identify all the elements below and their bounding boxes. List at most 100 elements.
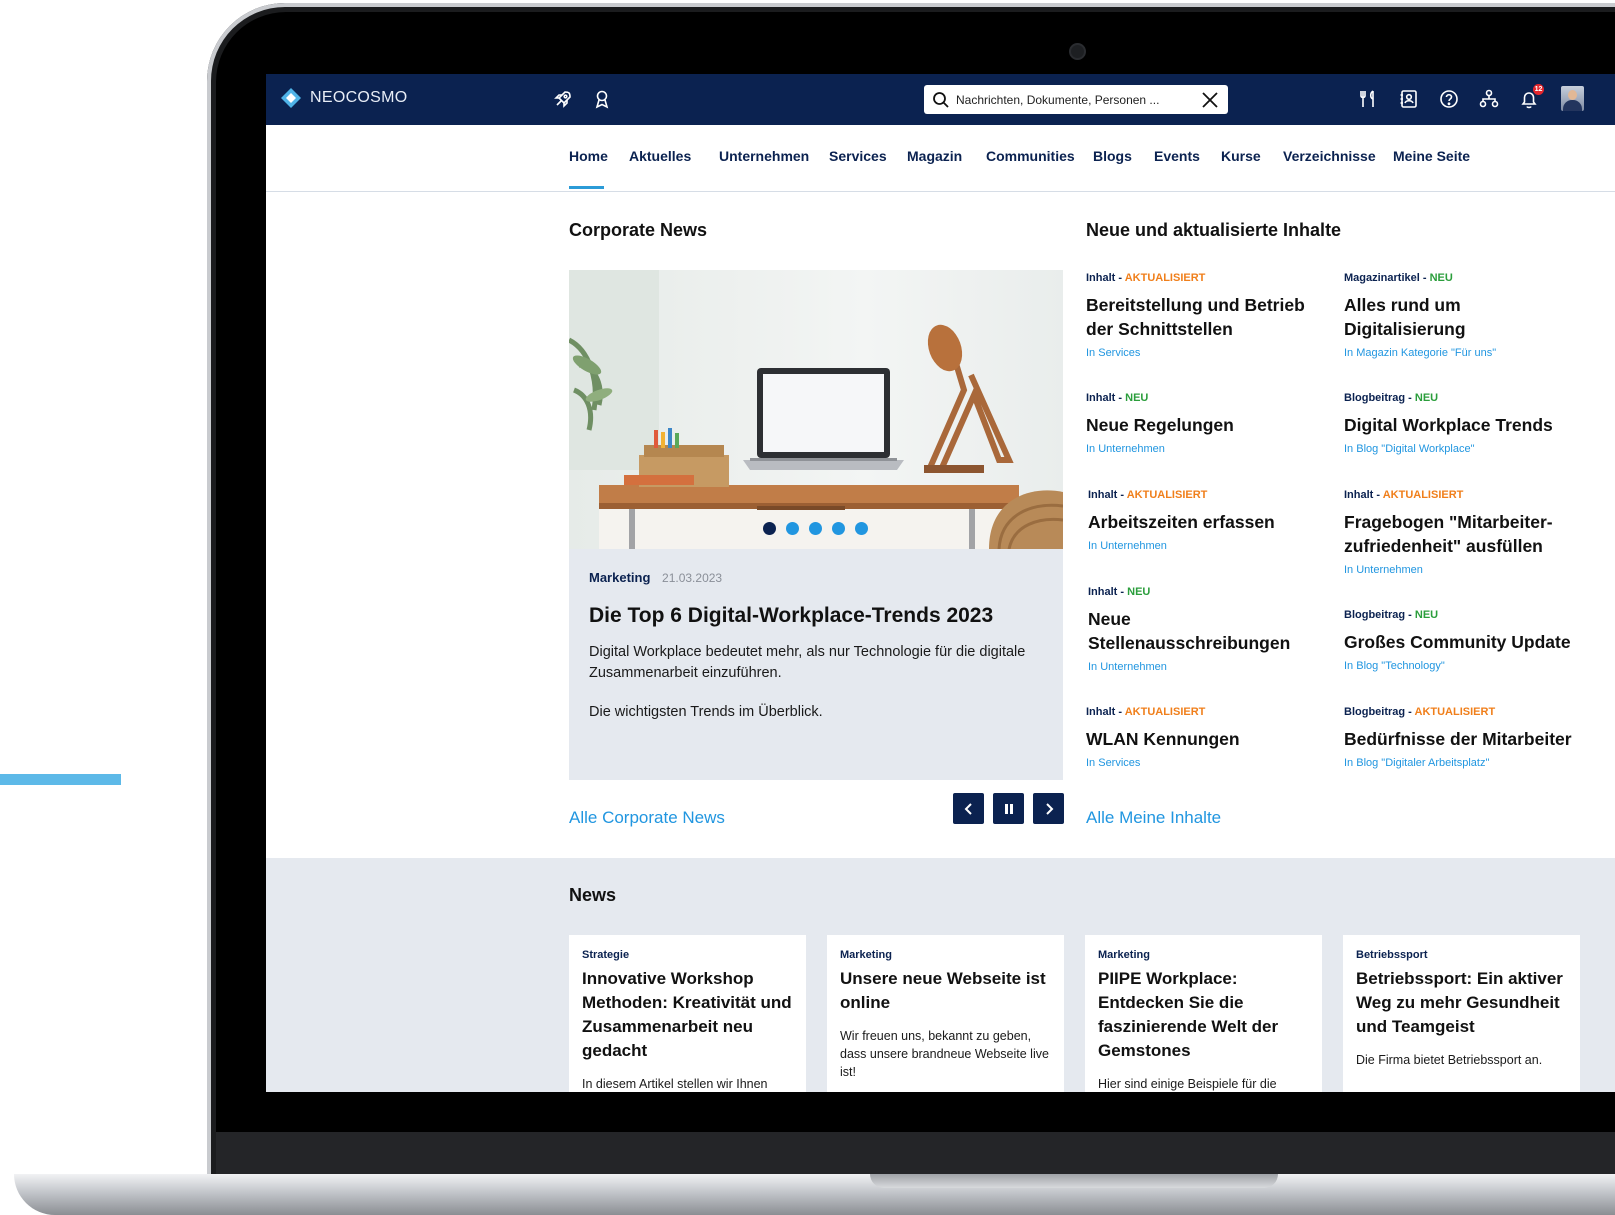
content-title[interactable]: Bedürfnisse der Mitarbeiter (1344, 727, 1584, 751)
content-title[interactable]: Digital Workplace Trends (1344, 413, 1584, 437)
nav-item-communities[interactable]: Communities (986, 148, 1075, 164)
content-location-link[interactable]: In Blog "Technology" (1344, 660, 1584, 672)
content-location-link[interactable]: In Blog "Digital Workplace" (1344, 443, 1584, 455)
nav-item-verzeichnisse[interactable]: Verzeichnisse (1283, 148, 1376, 164)
content-location-link[interactable]: In Magazin Kategorie "Für uns" (1344, 347, 1584, 359)
all-my-content-link[interactable]: Alle Meine Inhalte (1086, 808, 1221, 828)
status-badge: NEU (1127, 586, 1151, 598)
search-input[interactable] (956, 92, 1200, 107)
content-title[interactable]: Bereitstellung und Betrieb der Schnittst… (1086, 293, 1326, 341)
content-location-link[interactable]: In Unternehmen (1344, 564, 1574, 576)
content-location-link[interactable]: In Blog "Digitaler Arbeitsplatz" (1344, 757, 1584, 769)
status-badge: NEU (1414, 609, 1439, 621)
contacts-book-icon[interactable] (1398, 88, 1420, 110)
nav-active-indicator (569, 186, 604, 189)
status-badge: AKTUALISIERT (1382, 489, 1464, 501)
carousel-pause-button[interactable] (993, 793, 1024, 824)
news-card-title[interactable]: Innovative Workshop Methoden: Kreativitä… (582, 967, 797, 1063)
status-badge: AKTUALISIERT (1124, 272, 1206, 284)
list-item[interactable]: Inhalt - NEU Neue Stellenausschreibungen… (1088, 586, 1308, 673)
content-type: Inhalt (1344, 489, 1374, 501)
content-location-link[interactable]: In Services (1086, 757, 1326, 769)
content-title[interactable]: Neue Regelungen (1086, 413, 1326, 437)
brand-logo[interactable]: NEOCOSMO (280, 87, 408, 109)
content-separator: - (1115, 392, 1126, 404)
hero-title[interactable]: Die Top 6 Digital-Workplace-Trends 2023 (589, 604, 993, 628)
list-item[interactable]: Blogbeitrag - NEU Großes Community Updat… (1344, 609, 1584, 672)
help-circle-icon[interactable] (1438, 88, 1460, 110)
nav-item-services[interactable]: Services (829, 148, 887, 164)
nav-item-home[interactable]: Home (569, 148, 608, 164)
nav-item-aktuelles[interactable]: Aktuelles (629, 148, 691, 164)
award-ribbon-icon[interactable] (591, 88, 613, 110)
content-title[interactable]: Fragebogen "Mitarbeiter-zufriedenheit" a… (1344, 510, 1574, 558)
carousel-prev-button[interactable] (953, 793, 984, 824)
chevron-left-icon (964, 802, 972, 815)
carousel-dot[interactable] (855, 522, 868, 535)
content-separator: - (1117, 586, 1128, 598)
content-title[interactable]: Alles rund um Digitalisierung (1344, 293, 1584, 341)
news-card-category: Marketing (1098, 949, 1150, 961)
content-location-link[interactable]: In Unternehmen (1088, 661, 1308, 673)
list-item[interactable]: Inhalt - AKTUALISIERT Bereitstellung und… (1086, 272, 1326, 359)
list-item[interactable]: Blogbeitrag - AKTUALISIERT Bedürfnisse d… (1344, 706, 1584, 769)
carousel-dot[interactable] (763, 522, 776, 535)
close-icon[interactable] (1200, 90, 1220, 110)
content-title[interactable]: Neue Stellenausschreibungen (1088, 607, 1308, 655)
content-location-link[interactable]: In Unternehmen (1086, 443, 1326, 455)
content-title[interactable]: Arbeitszeiten erfassen (1088, 510, 1328, 534)
top-bar: NEOCOSMO Nachrichten, Dokumente, Persone… (266, 74, 1615, 125)
news-card-text: Wir freuen uns, bekannt zu geben, dass u… (840, 1029, 1049, 1079)
fork-knife-icon[interactable] (1358, 88, 1380, 110)
nav-item-unternehmen[interactable]: Unternehmen (719, 148, 809, 164)
news-card[interactable]: Marketing PIIPE Workplace: Entdecken Sie… (1085, 935, 1322, 1092)
hero-category[interactable]: Marketing (589, 570, 650, 585)
news-card-category: Strategie (582, 949, 630, 961)
content-separator: - (1115, 272, 1125, 284)
content-location-link[interactable]: In Services (1086, 347, 1326, 359)
hero-meta: Marketing 21.03.2023 (589, 570, 722, 585)
news-card[interactable]: Strategie Innovative Workshop Methoden: … (569, 935, 806, 1092)
list-item[interactable]: Blogbeitrag - NEU Digital Workplace Tren… (1344, 392, 1584, 455)
bell-icon[interactable]: 12 (1518, 84, 1544, 110)
news-card-title[interactable]: Unsere neue Webseite ist online (840, 967, 1055, 1015)
nav-item-magazin[interactable]: Magazin (907, 148, 962, 164)
list-item[interactable]: Inhalt - AKTUALISIERT Fragebogen "Mitarb… (1344, 489, 1574, 576)
content-location-link[interactable]: In Unternehmen (1088, 540, 1328, 552)
carousel-next-button[interactable] (1033, 793, 1064, 824)
all-corporate-news-link[interactable]: Alle Corporate News (569, 808, 725, 828)
carousel-dot[interactable] (832, 522, 845, 535)
rocket-icon[interactable] (552, 88, 574, 110)
content-title[interactable]: Großes Community Update (1344, 630, 1584, 654)
nav-item-meine-seite[interactable]: Meine Seite (1393, 148, 1470, 164)
list-item[interactable]: Inhalt - AKTUALISIERT WLAN Kennungen In … (1086, 706, 1326, 769)
chevron-right-icon (1045, 802, 1053, 815)
corporate-news-carousel[interactable]: Marketing 21.03.2023 Die Top 6 Digital-W… (569, 270, 1063, 780)
nav-item-events[interactable]: Events (1154, 148, 1200, 164)
list-item[interactable]: Magazinartikel - NEU Alles rund um Digit… (1344, 272, 1584, 359)
carousel-dot[interactable] (809, 522, 822, 535)
search-icon[interactable] (932, 91, 950, 109)
news-card-title[interactable]: Betriebssport: Ein aktiver Weg zu mehr G… (1356, 967, 1571, 1039)
news-card-title[interactable]: PIIPE Workplace: Entdecken Sie die faszi… (1098, 967, 1313, 1063)
content-type: Inhalt (1086, 706, 1116, 718)
org-chart-icon[interactable] (1478, 88, 1500, 110)
carousel-dots (763, 522, 868, 535)
hero-text: Digital Workplace bedeutet mehr, als nur… (589, 644, 1026, 681)
carousel-image (569, 270, 1063, 549)
nav-item-kurse[interactable]: Kurse (1221, 148, 1261, 164)
carousel-dot[interactable] (786, 522, 799, 535)
news-card[interactable]: Betriebssport Betriebssport: Ein aktiver… (1343, 935, 1580, 1092)
content-type: Blogbeitrag (1344, 392, 1406, 404)
news-card[interactable]: Marketing Unsere neue Webseite ist onlin… (827, 935, 1064, 1092)
news-card-text: Hier sind einige Beispiele für die (1098, 1077, 1277, 1091)
avatar[interactable] (1561, 86, 1584, 111)
news-card-category: Marketing (840, 949, 892, 961)
status-badge: NEU (1125, 392, 1149, 404)
nav-item-blogs[interactable]: Blogs (1093, 148, 1132, 164)
main-nav: Home Aktuelles Unternehmen Services Maga… (266, 125, 1615, 192)
content-type: Blogbeitrag (1344, 609, 1406, 621)
list-item[interactable]: Inhalt - NEU Neue Regelungen In Unterneh… (1086, 392, 1326, 455)
content-title[interactable]: WLAN Kennungen (1086, 727, 1326, 751)
list-item[interactable]: Inhalt - AKTUALISIERT Arbeitszeiten erfa… (1088, 489, 1328, 552)
